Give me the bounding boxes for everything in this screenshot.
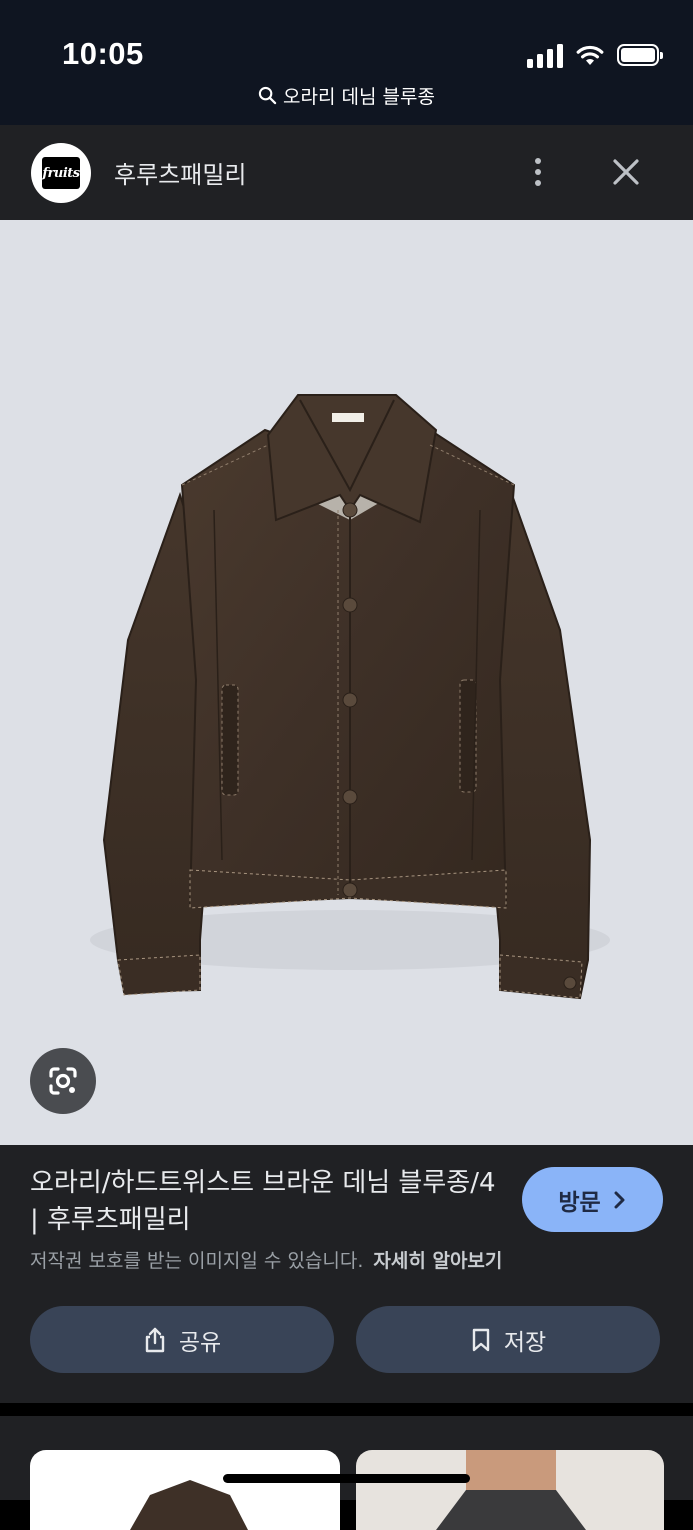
search-query-text: 오라리 데님 블루종 [283,86,435,108]
status-bar: 10:05 오라리 데님 블루종 [0,0,693,125]
learn-more-link[interactable]: 자세히 알아보기 [373,1250,502,1272]
copyright-text: 저작권 보호를 받는 이미지일 수 있습니다. [30,1250,364,1272]
chevron-right-icon [614,1191,625,1208]
related-jacket-image [130,1480,248,1530]
battery-level [621,48,655,62]
site-logo-text: fruits [42,157,80,189]
home-indicator[interactable] [223,1474,470,1483]
save-label: 저장 [503,1329,547,1356]
status-time: 10:05 [62,36,144,71]
bookmark-icon [472,1328,490,1351]
cellular-signal-icon [527,42,563,68]
share-icon [145,1327,165,1352]
site-name[interactable]: 후루츠패밀리 [114,155,246,190]
google-lens-glyph [49,1067,77,1095]
result-info-panel: 오라리/하드트위스트 브라운 데님 블루종/4 | 후루츠패밀리 방문 저작권 … [0,1145,693,1403]
close-icon[interactable] [606,152,646,192]
search-query-bar[interactable]: 오라리 데님 블루종 [0,82,693,109]
visit-label: 방문 [558,1189,601,1216]
copyright-notice: 저작권 보호를 받는 이미지일 수 있습니다. 자세히 알아보기 [30,1246,502,1273]
related-jacket-image [436,1450,586,1530]
share-label: 공유 [178,1329,222,1356]
save-button[interactable]: 저장 [356,1306,660,1373]
related-result-thumbnail[interactable] [30,1450,340,1530]
more-vert-icon[interactable] [522,151,554,193]
brown-denim-jacket-image [90,394,610,1000]
battery-icon [617,44,663,66]
site-logo[interactable]: fruits [31,143,91,203]
wifi-icon [576,45,604,65]
search-icon [258,86,277,105]
related-results [0,1403,693,1530]
result-title[interactable]: 오라리/하드트위스트 브라운 데님 블루종/4 | 후루츠패밀리 [30,1165,500,1239]
related-result-thumbnail[interactable] [356,1450,664,1530]
google-lens-icon[interactable] [30,1048,96,1114]
visit-button[interactable]: 방문 [522,1167,663,1232]
status-icons [527,40,663,70]
source-site-header: fruits 후루츠패밀리 [0,125,693,220]
share-button[interactable]: 공유 [30,1306,334,1373]
product-image[interactable] [0,220,693,1145]
